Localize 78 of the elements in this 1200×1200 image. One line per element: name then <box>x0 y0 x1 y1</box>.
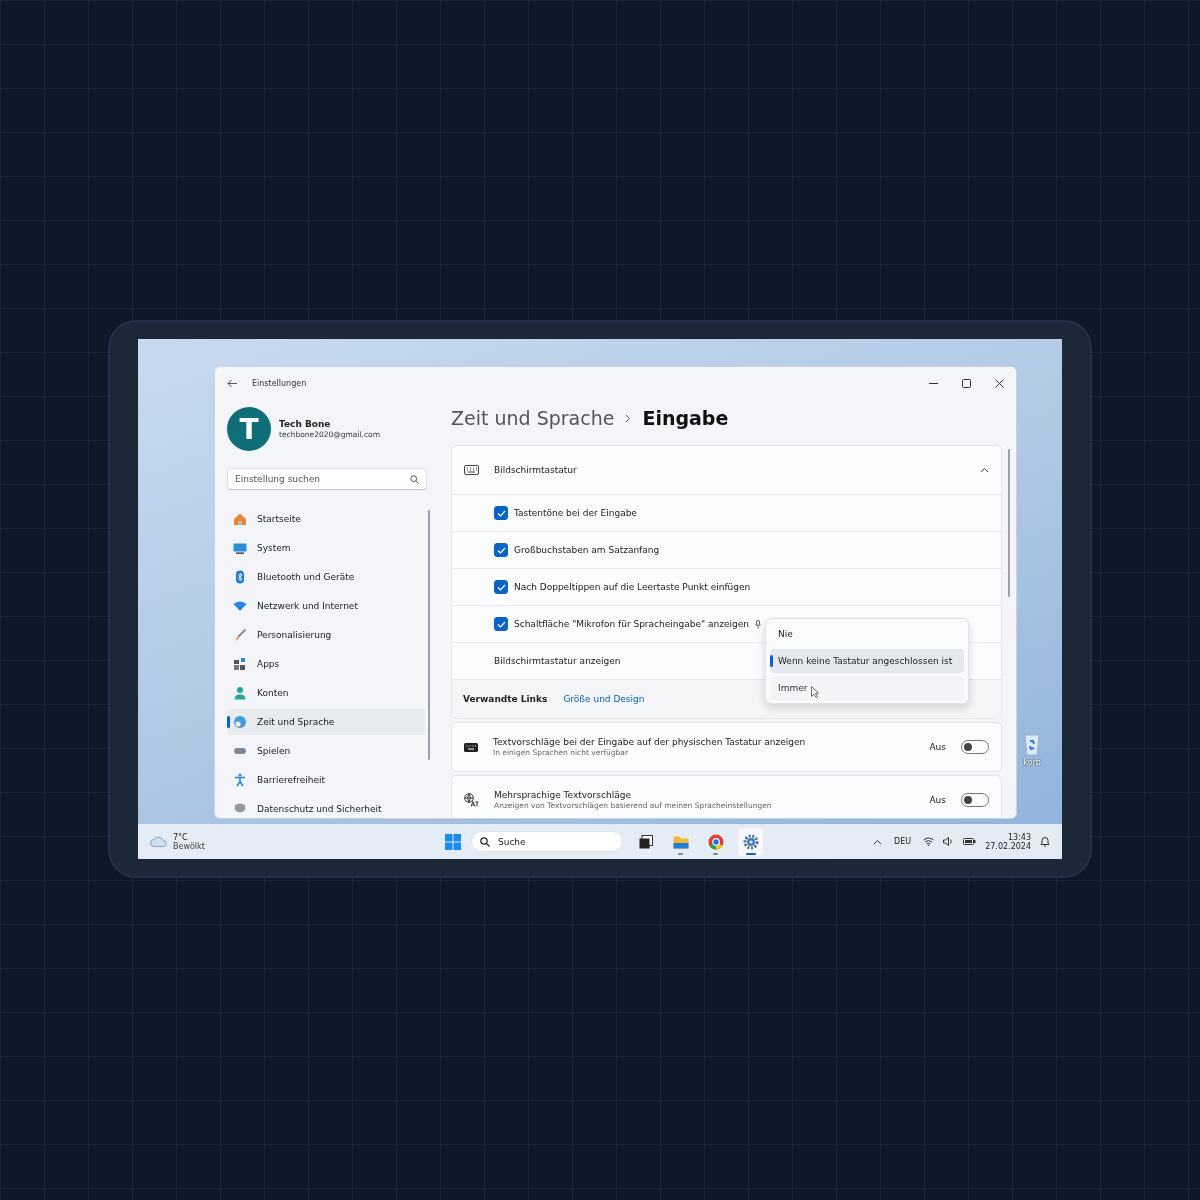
weather-condition: Bewölkt <box>173 841 205 851</box>
checkbox-label: Tastentöne bei der Eingabe <box>514 508 637 518</box>
nav-item[interactable]: Apps <box>227 651 425 677</box>
checkbox[interactable] <box>494 617 508 631</box>
accessibility-icon <box>233 773 247 787</box>
nav-item[interactable]: Startseite <box>227 506 425 532</box>
gear-icon <box>742 833 759 850</box>
dropdown-option[interactable]: Immer <box>770 676 964 700</box>
avatar: T <box>227 407 271 451</box>
chevron-up-icon[interactable] <box>873 838 883 845</box>
dropdown-option[interactable]: Nie <box>770 622 964 646</box>
monitor-icon <box>233 541 247 555</box>
nav-item[interactable]: Barrierefreiheit <box>227 767 425 793</box>
desktop-icon-label: korb <box>1023 758 1041 767</box>
scrollbar[interactable] <box>1008 449 1010 597</box>
browser-icon <box>707 833 724 850</box>
battery-icon[interactable] <box>963 837 977 846</box>
chevron-up-icon <box>980 467 989 473</box>
toggle-state-label: Aus <box>929 742 946 752</box>
close-icon[interactable] <box>995 378 1004 388</box>
nav-item[interactable]: Konten <box>227 680 425 706</box>
cloud-icon <box>150 836 168 847</box>
keyboard-icon <box>464 742 478 752</box>
wifi-icon[interactable] <box>923 837 935 846</box>
bell-icon[interactable] <box>1040 836 1050 847</box>
search-field[interactable]: Einstellung suchen <box>227 468 427 490</box>
scrollbar[interactable] <box>428 510 430 760</box>
related-links-label: Verwandte Links <box>463 694 548 704</box>
dropdown-option[interactable]: Wenn keine Tastatur angeschlossen ist <box>770 649 964 673</box>
input-language[interactable]: DEU <box>894 837 912 846</box>
nav-item[interactable]: Spielen <box>227 738 425 764</box>
search-icon <box>480 836 490 847</box>
nav-item[interactable]: Personalisierung <box>227 622 425 648</box>
link[interactable]: Größe und Design <box>563 694 645 704</box>
task-view-icon <box>638 834 653 849</box>
section-title: Bildschirmtastatur <box>494 465 578 475</box>
checkbox[interactable] <box>494 543 508 557</box>
person-icon <box>233 686 247 700</box>
globe-icon <box>233 715 247 729</box>
clock-date[interactable]: 27.02.2024 <box>985 841 1031 851</box>
apps-icon <box>233 657 247 671</box>
checkbox[interactable] <box>494 506 508 520</box>
mouse-cursor-icon <box>811 686 820 698</box>
taskbar-search-field[interactable]: Suche <box>471 831 623 852</box>
folder-icon <box>672 834 689 849</box>
maximize-icon[interactable] <box>962 378 971 388</box>
speaker-icon[interactable] <box>943 837 955 846</box>
checkbox[interactable] <box>494 580 508 594</box>
checkbox-label: Nach Doppeltippen auf die Leertaste Punkt einfügen <box>514 582 751 592</box>
bluetooth-icon <box>233 570 247 584</box>
language-icon <box>464 793 479 807</box>
section-header[interactable]: Bildschirmtastatur <box>452 446 1001 495</box>
nav-item[interactable]: Datenschutz und Sicherheit <box>227 796 425 818</box>
checkbox-label: Großbuchstaben am Satzanfang <box>514 545 660 555</box>
back-arrow-icon[interactable] <box>227 378 238 388</box>
user-name: Tech Bone <box>279 419 332 429</box>
house-icon <box>233 512 247 526</box>
recycle-bin-icon[interactable] <box>1022 731 1042 757</box>
nav-item[interactable]: Netzwerk und Internet <box>227 593 425 619</box>
clock-time[interactable]: 13:43 <box>1007 832 1031 842</box>
weather-temperature: 7°C <box>173 832 189 842</box>
toggle-state-label: Aus <box>929 795 946 805</box>
keyboard-icon <box>464 465 479 475</box>
chevron-right-icon <box>625 413 632 423</box>
setting-title: Mehrsprachige Textvorschläge <box>494 790 632 800</box>
setting-label: Bildschirmtastatur anzeigen <box>494 656 621 666</box>
nav-item[interactable]: Zeit und Sprache <box>227 709 425 735</box>
wifi-icon <box>233 599 247 613</box>
setting-title: Textvorschläge bei der Eingabe auf der physischen Tastatur anzeigen <box>493 737 807 747</box>
nav-item[interactable]: System <box>227 535 425 561</box>
brush-icon <box>233 628 247 642</box>
page-title: Eingabe <box>642 407 729 429</box>
nav-item[interactable]: Bluetooth und Geräte <box>227 564 425 590</box>
windows-start-icon[interactable] <box>445 833 461 850</box>
search-icon <box>410 474 419 484</box>
window-title: Einstellungen <box>252 378 307 388</box>
checkbox-label: Schaltfläche "Mikrofon für Spracheingabe" anzeigen <box>514 619 749 629</box>
breadcrumb-link[interactable]: Zeit und Sprache <box>451 407 615 429</box>
